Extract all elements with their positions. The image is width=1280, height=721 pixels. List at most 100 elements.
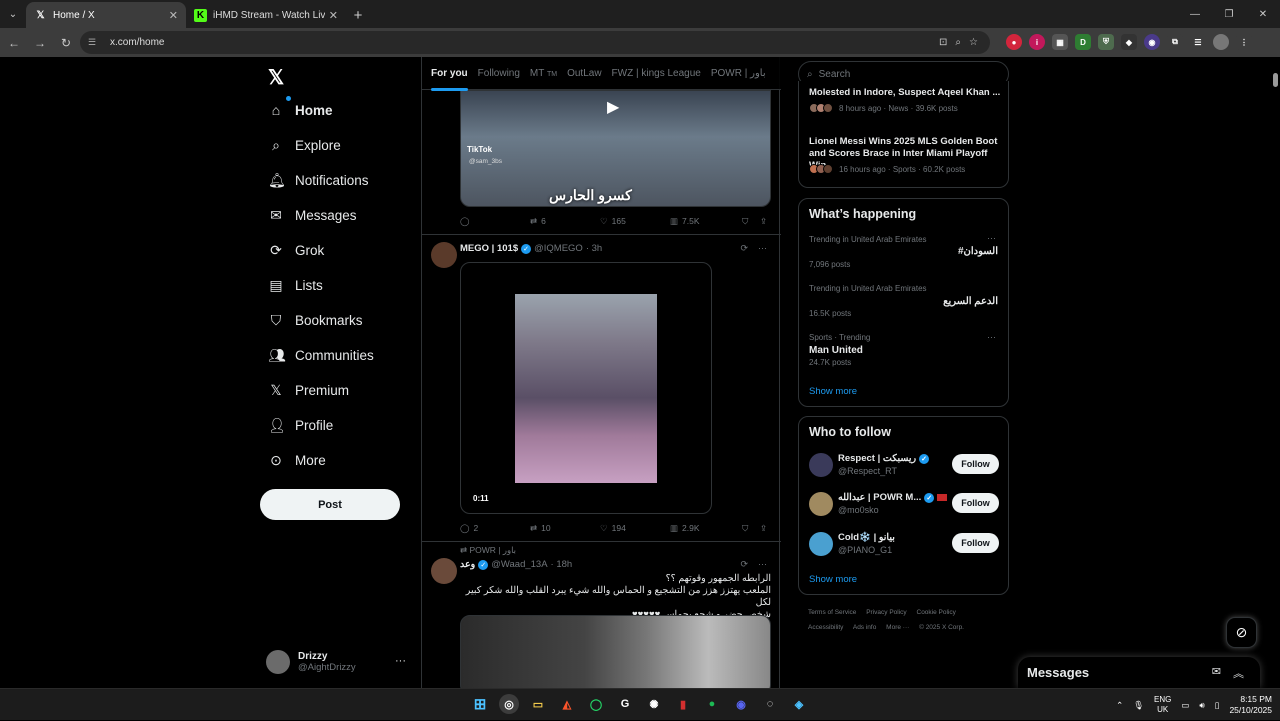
like-button[interactable]: ♡ 165 xyxy=(600,216,670,227)
trend-name[interactable]: #السودان xyxy=(958,246,998,257)
share-icon[interactable]: ⇪ xyxy=(760,523,767,534)
reposted-by[interactable]: ⇄ POWR | باور xyxy=(460,545,516,556)
extension-diamond-icon[interactable]: ◆ xyxy=(1121,34,1137,50)
bookmark-button[interactable]: ⛉ xyxy=(742,216,760,227)
tab-search-icon[interactable]: ⌄ xyxy=(0,0,26,28)
tab-powr[interactable]: POWR | باور xyxy=(711,68,766,79)
tab-mt[interactable]: MT TM xyxy=(530,68,557,79)
tab-outlaw[interactable]: OutLaw xyxy=(567,68,601,79)
nav-bookmarks[interactable]: ⛉ Bookmarks xyxy=(268,308,363,332)
more-dots-icon[interactable]: ··· xyxy=(758,243,767,254)
footer-link[interactable]: Terms of Service xyxy=(808,609,856,616)
grok-floating-button[interactable]: ⊘ xyxy=(1226,617,1257,648)
scrollbar[interactable] xyxy=(1270,57,1280,688)
repost-button[interactable]: ⇄ 10 xyxy=(530,523,600,534)
tweet-time[interactable]: · 3h xyxy=(586,243,602,254)
reload-icon[interactable]: ↻ xyxy=(54,31,78,55)
zoom-icon[interactable]: ⌕ xyxy=(955,37,961,48)
close-window-icon[interactable]: ✕ xyxy=(1246,0,1280,28)
clock[interactable]: 8:15 PM 25/10/2025 xyxy=(1229,694,1272,716)
maximize-icon[interactable]: ❐ xyxy=(1212,0,1246,28)
bookmark-button[interactable]: ⛉ xyxy=(742,523,760,534)
install-app-icon[interactable]: ⊡ xyxy=(939,37,947,48)
nav-home[interactable]: ⌂ Home xyxy=(268,96,333,122)
avatar[interactable] xyxy=(431,242,457,268)
grok-icon[interactable]: ⟳ xyxy=(740,559,748,570)
footer-link[interactable]: More ··· xyxy=(886,624,909,631)
app-dots-icon[interactable]: ✺ xyxy=(644,694,664,714)
account-switcher[interactable]: Drizzy @AightDrizzy ··· xyxy=(266,647,416,677)
extension-eye-icon[interactable]: ◉ xyxy=(1144,34,1160,50)
extensions-puzzle-icon[interactable]: ⧉ xyxy=(1167,34,1183,50)
microphone-icon[interactable]: 🎙︎ xyxy=(1133,700,1144,711)
browser-tab-kick-stream[interactable]: K iHMD Stream - Watch Live on K ✕ xyxy=(186,2,346,28)
scrollbar-thumb[interactable] xyxy=(1273,73,1278,87)
show-more-link[interactable]: Show more xyxy=(809,386,857,397)
expand-icon[interactable]: ︽ xyxy=(1233,665,1244,681)
avatar[interactable] xyxy=(431,558,457,584)
chevron-up-icon[interactable]: ⌃ xyxy=(1116,700,1123,711)
author-handle[interactable]: @IQMEGO xyxy=(534,243,583,254)
extension-shield-icon[interactable]: ⛨ xyxy=(1098,34,1114,50)
views-button[interactable]: ▥ 2.9K xyxy=(670,523,742,534)
nav-communities[interactable]: 👥︎ Communities xyxy=(268,343,374,367)
nav-premium[interactable]: 𝕏 Premium xyxy=(268,378,349,402)
app-blue-icon[interactable]: ◈ xyxy=(789,694,809,714)
minimize-icon[interactable]: — xyxy=(1178,0,1212,28)
footer-link[interactable]: Cookie Policy xyxy=(917,609,956,616)
nav-grok[interactable]: ⟳ Grok xyxy=(268,238,324,262)
follow-button[interactable]: Follow xyxy=(952,533,999,553)
reply-button[interactable]: ◯ 2 xyxy=(460,523,530,534)
x-logo-icon[interactable]: 𝕏 xyxy=(268,65,284,90)
follow-suggestion[interactable]: عبدالله | POWR M... ✓ @mo0sko Follow xyxy=(809,490,999,518)
extension-red-icon[interactable]: ● xyxy=(1006,34,1022,50)
author-name[interactable]: MEGO | 101$ xyxy=(460,243,518,254)
follow-button[interactable]: Follow xyxy=(952,493,999,513)
share-icon[interactable]: ⇪ xyxy=(760,216,767,227)
language-indicator[interactable]: ENG UK xyxy=(1154,695,1171,715)
play-icon[interactable]: ▶ xyxy=(607,97,619,117)
address-bar[interactable]: ☰ x.com/home ⊡ ⌕ ☆ xyxy=(80,31,990,54)
whatsapp-icon[interactable]: ◯ xyxy=(586,694,606,714)
reading-list-icon[interactable]: ☰ xyxy=(1190,34,1206,50)
news-headline[interactable]: Molested in Indore, Suspect Aqeel Khan .… xyxy=(809,87,1000,99)
discord-icon[interactable]: ◉ xyxy=(731,694,751,714)
new-tab-button[interactable]: + xyxy=(346,2,370,28)
views-button[interactable]: ▥ 7.5K xyxy=(670,216,742,227)
grok-icon[interactable]: ⟳ xyxy=(740,243,748,254)
nav-more[interactable]: ⊙ More xyxy=(268,448,326,472)
back-arrow-icon[interactable]: ← xyxy=(2,31,26,55)
show-more-link[interactable]: Show more xyxy=(809,574,857,585)
repost-button[interactable]: ⇄ 6 xyxy=(530,216,600,227)
chrome-icon[interactable]: ◎ xyxy=(499,694,519,714)
volume-icon[interactable]: 🔊︎ xyxy=(1199,700,1204,711)
follow-button[interactable]: Follow xyxy=(952,454,999,474)
site-info-icon[interactable]: ☰ xyxy=(88,37,100,48)
tweet-video[interactable]: ▶ TikTok @sam_3bs كسرو الحارس xyxy=(460,90,771,207)
extension-grid-icon[interactable]: ▦ xyxy=(1052,34,1068,50)
extension-d-icon[interactable]: D xyxy=(1075,34,1091,50)
battery-icon[interactable]: ▯ xyxy=(1215,700,1220,711)
author-name[interactable]: وعد xyxy=(460,559,475,570)
browser-menu-icon[interactable]: ⋮ xyxy=(1236,34,1252,50)
follow-suggestion[interactable]: Cold❄️ | بيانو @PIANO_G1 Follow xyxy=(809,530,999,558)
app-red-icon[interactable]: ▮ xyxy=(673,694,693,714)
close-tab-icon[interactable]: ✕ xyxy=(169,9,178,22)
browser-tab-x-home[interactable]: 𝕏 Home / X ✕ xyxy=(26,2,186,28)
like-button[interactable]: ♡ 194 xyxy=(600,523,670,534)
nav-explore[interactable]: ⌕ Explore xyxy=(268,133,341,157)
tab-following[interactable]: Following xyxy=(478,68,520,79)
footer-link[interactable]: Privacy Policy xyxy=(866,609,906,616)
app-circle-icon[interactable]: ◌ xyxy=(760,694,780,714)
footer-link[interactable]: Ads info xyxy=(853,624,877,631)
extension-pink-icon[interactable]: i xyxy=(1029,34,1045,50)
follow-suggestion[interactable]: Respect | ريسبكت ✓ @Respect_RT Follow xyxy=(809,451,999,479)
windows-start-icon[interactable]: ⊞ xyxy=(470,694,490,714)
profile-avatar-icon[interactable] xyxy=(1213,34,1229,50)
new-message-icon[interactable]: ✉ xyxy=(1212,665,1221,681)
forward-arrow-icon[interactable]: → xyxy=(28,31,52,55)
tab-for-you[interactable]: For you xyxy=(431,68,468,91)
messages-drawer[interactable]: Messages ✉ ︽ xyxy=(1018,657,1260,688)
bookmark-star-icon[interactable]: ☆ xyxy=(969,37,978,48)
more-dots-icon[interactable]: ··· xyxy=(987,332,996,342)
